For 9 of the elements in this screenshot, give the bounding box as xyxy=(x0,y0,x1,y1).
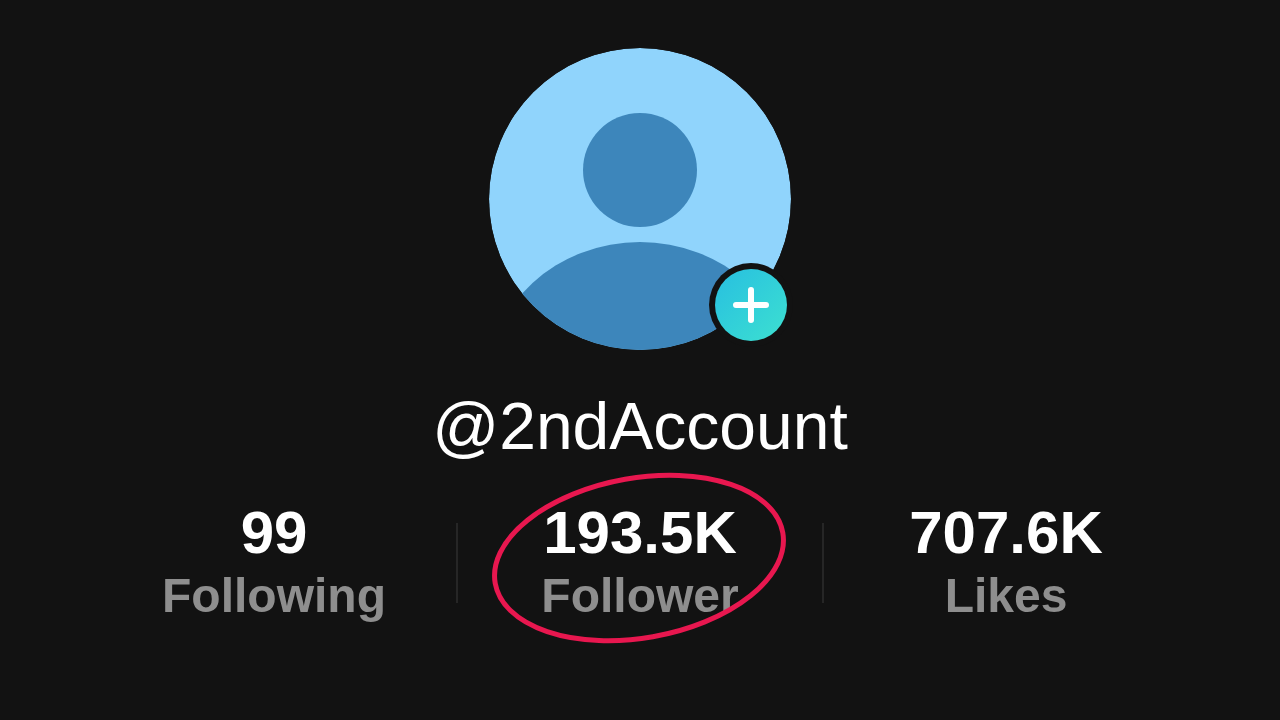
plus-icon xyxy=(732,286,770,324)
username: @2ndAccount xyxy=(432,388,848,464)
stat-label: Following xyxy=(162,568,386,624)
stat-label: Likes xyxy=(944,568,1068,624)
avatar-silhouette-icon xyxy=(489,48,791,350)
stat-value: 707.6K xyxy=(909,500,1103,566)
stat-label: Follower xyxy=(541,568,739,624)
stat-value: 193.5K xyxy=(543,500,737,566)
stat-value: 99 xyxy=(240,500,308,566)
